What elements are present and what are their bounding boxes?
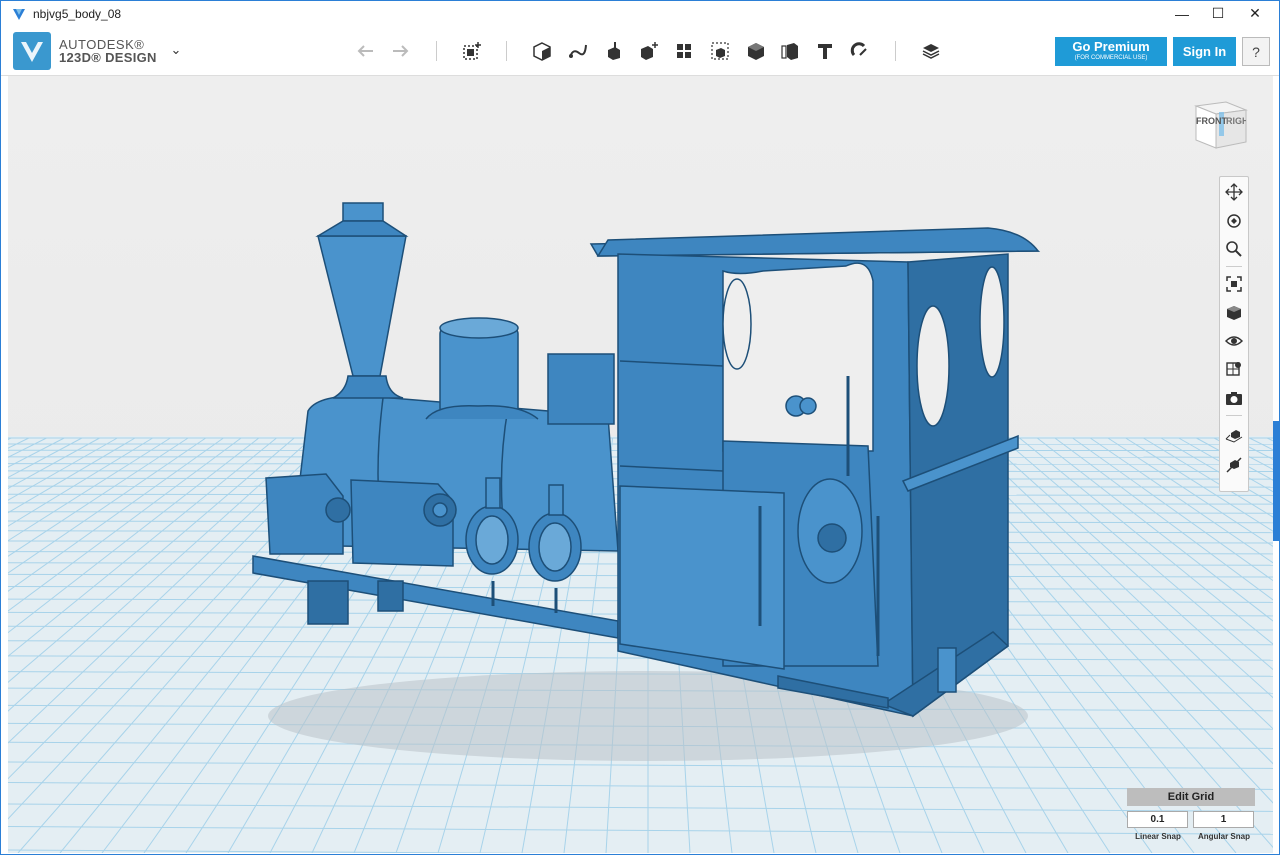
linear-snap-label: Linear Snap	[1135, 832, 1181, 841]
angular-snap-label: Angular Snap	[1197, 832, 1250, 841]
toolbar-divider	[436, 41, 437, 61]
app-icon	[13, 8, 25, 20]
linear-snap-input[interactable]: 0.1	[1127, 811, 1188, 828]
3d-viewport[interactable]: FRONT RIGHT	[8, 76, 1273, 853]
premium-sublabel: (FOR COMMERCIAL USE)	[1074, 55, 1148, 61]
viewcube-front-label: FRONT	[1196, 116, 1227, 126]
help-button[interactable]: ?	[1242, 37, 1270, 66]
primitives-icon[interactable]	[529, 38, 555, 64]
scene-canvas	[8, 76, 1273, 853]
view-icon[interactable]	[1223, 302, 1245, 324]
toolbar-divider	[895, 41, 896, 61]
pan-icon[interactable]	[1223, 181, 1245, 203]
orbit-icon[interactable]	[1223, 210, 1245, 232]
toolbar-divider	[506, 41, 507, 61]
window-title: nbjvg5_body_08	[33, 6, 122, 21]
transform-icon[interactable]	[459, 38, 485, 64]
visibility-icon[interactable]	[1223, 330, 1245, 352]
nav-divider	[1226, 266, 1242, 267]
group-icon[interactable]	[707, 38, 733, 64]
viewcube[interactable]: FRONT RIGHT	[1190, 96, 1252, 158]
sketch-icon[interactable]	[565, 38, 591, 64]
window-edge-tab	[1273, 421, 1279, 541]
angular-snap-input[interactable]: 1	[1193, 811, 1254, 828]
modify-icon[interactable]	[636, 38, 662, 64]
close-button[interactable]: ✕	[1235, 1, 1275, 26]
app-window: nbjvg5_body_08 — ☐ ✕ AUTODESK® 123D® DES…	[0, 0, 1280, 855]
minimize-button[interactable]: —	[1162, 1, 1202, 26]
screenshot-icon[interactable]	[1223, 387, 1245, 409]
title-bar: nbjvg5_body_08 — ☐ ✕	[1, 1, 1279, 26]
construct-icon[interactable]	[601, 38, 627, 64]
app-logo[interactable]	[13, 32, 51, 70]
snap-icon[interactable]	[847, 38, 873, 64]
app-menu-chevron-icon[interactable]: ⌄	[167, 42, 185, 60]
viewcube-right-label: RIGHT	[1226, 116, 1246, 126]
snap-grid-icon[interactable]	[1223, 423, 1245, 445]
sign-in-button[interactable]: Sign In	[1173, 37, 1236, 66]
zoom-icon[interactable]	[1223, 238, 1245, 260]
grid-settings-panel: Edit Grid 0.1 1 Linear Snap Angular Snap	[1126, 788, 1256, 848]
fit-icon[interactable]	[1223, 273, 1245, 295]
maximize-button[interactable]: ☐	[1198, 1, 1238, 26]
brand-product: 123D® DESIGN	[59, 50, 157, 65]
combine-icon[interactable]	[743, 38, 769, 64]
main-toolbar: AUTODESK® 123D® DESIGN ⌄ Go Premium (FOR…	[1, 26, 1279, 76]
text-icon[interactable]	[812, 38, 838, 64]
nav-divider	[1226, 415, 1242, 416]
logo-icon	[21, 42, 43, 62]
go-premium-button[interactable]: Go Premium (FOR COMMERCIAL USE)	[1055, 37, 1167, 66]
redo-icon[interactable]	[387, 38, 413, 64]
undo-icon[interactable]	[353, 38, 379, 64]
viewcube-icon	[1194, 101, 1248, 149]
pattern-icon[interactable]	[671, 38, 697, 64]
hide-grid-icon[interactable]	[1223, 454, 1245, 476]
material-icon[interactable]	[1223, 358, 1245, 380]
edit-grid-button[interactable]: Edit Grid	[1127, 788, 1255, 806]
materials-icon[interactable]	[918, 38, 944, 64]
navigation-bar	[1219, 176, 1249, 492]
measure-icon[interactable]	[777, 38, 803, 64]
premium-label: Go Premium	[1072, 39, 1150, 54]
